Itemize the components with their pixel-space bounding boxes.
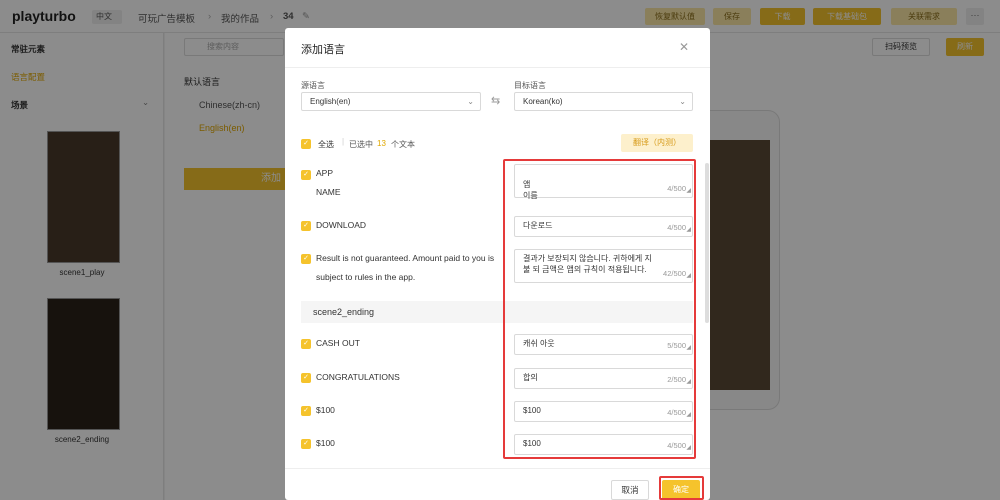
divider [285,468,710,469]
source-text: $100 [316,438,335,448]
scrollbar[interactable] [705,163,709,323]
selected-prefix: 已选中 [349,140,373,149]
source-language-label: 源语言 [301,81,325,90]
divider [285,67,710,68]
source-text: $100 [316,405,335,415]
source-text: CONGRATULATIONS [316,372,400,382]
close-icon[interactable]: ✕ [679,40,689,54]
row-checkbox[interactable]: ✓ [301,373,311,383]
source-text: APP NAME [316,168,341,197]
dialog-title: 添加语言 [301,44,345,56]
row-checkbox[interactable]: ✓ [301,439,311,449]
source-text: CASH OUT [316,338,360,348]
cancel-button[interactable]: 取消 [611,480,649,500]
row-checkbox[interactable]: ✓ [301,221,311,231]
highlight-box [503,159,696,459]
highlight-box [659,476,704,500]
target-language-select[interactable]: Korean(ko) ⌄ [514,92,693,111]
source-text: Result is not guaranteed. Amount paid to… [316,253,495,282]
select-all-label: 全选 [318,140,334,149]
source-language-select[interactable]: English(en) ⌄ [301,92,481,111]
divider: | [342,137,345,146]
target-language-value: Korean(ko) [523,97,563,106]
row-checkbox[interactable]: ✓ [301,170,311,180]
row-checkbox[interactable]: ✓ [301,339,311,349]
translate-button[interactable]: 翻译（内测） [621,134,693,152]
swap-icon[interactable]: ⇆ [491,94,500,107]
selected-suffix: 个文本 [391,140,415,149]
chevron-down-icon: ⌄ [467,97,474,106]
add-language-dialog: 添加语言 ✕ 源语言 目标语言 English(en) ⌄ ⇆ Korean(k… [285,28,710,500]
chevron-down-icon: ⌄ [679,97,686,106]
row-checkbox[interactable]: ✓ [301,406,311,416]
select-all-checkbox[interactable]: ✓ [301,139,311,149]
source-language-value: English(en) [310,97,351,106]
source-text: DOWNLOAD [316,220,367,230]
row-checkbox[interactable]: ✓ [301,254,311,264]
selected-count: 13 [377,139,386,148]
target-language-label: 目标语言 [514,81,546,90]
